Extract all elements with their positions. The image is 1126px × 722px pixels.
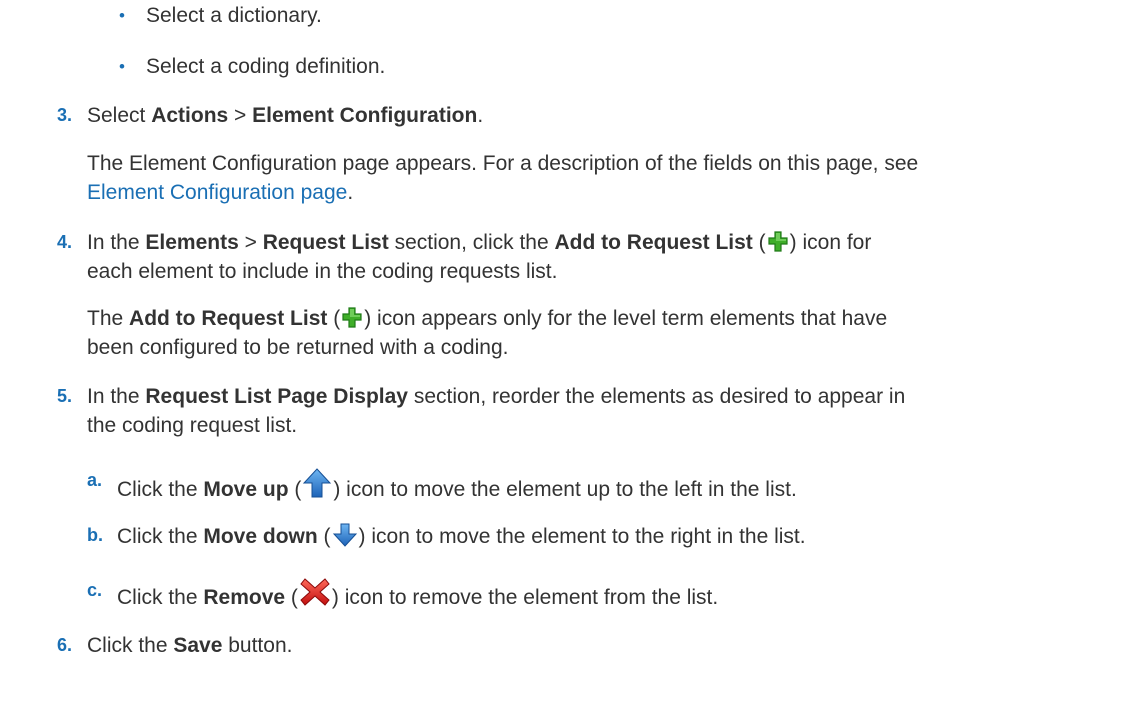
plus-icon [767, 230, 789, 261]
bullet-item-dictionary: Select a dictionary. [146, 4, 322, 27]
step-4-note-line2: been configured to be returned with a co… [87, 336, 509, 359]
step-5-text: In the Request List Page Display section… [87, 385, 906, 408]
step-number-3: 3. [57, 105, 73, 125]
step-4-text: In the Elements > Request List section, … [87, 229, 871, 261]
step-number-6: 6. [57, 635, 73, 655]
arrow-up-icon [302, 467, 332, 506]
step-6-text: Click the Save button. [87, 634, 293, 657]
substep-b-text: Click the Move down () icon to move the … [117, 522, 806, 555]
red-x-icon [299, 577, 331, 614]
bullet-marker: • [119, 6, 125, 25]
substep-letter-b: b. [87, 525, 103, 545]
substep-letter-c: c. [87, 580, 103, 600]
step-3-description: The Element Configuration page appears. … [87, 152, 919, 175]
step-4-note: The Add to Request List () icon appears … [87, 305, 887, 337]
bullet-marker: • [119, 57, 125, 76]
step-4-text-line2: each element to include in the coding re… [87, 260, 558, 283]
step-3-text: Select Actions > Element Configuration. [87, 104, 484, 127]
plus-icon [341, 306, 363, 337]
step-5-text-line2: the coding request list. [87, 414, 298, 437]
step-number-4: 4. [57, 232, 73, 252]
arrow-down-icon [332, 522, 358, 555]
bullet-item-coding-definition: Select a coding definition. [146, 55, 386, 78]
substep-letter-a: a. [87, 470, 103, 490]
element-configuration-page-link[interactable]: Element Configuration page [87, 181, 347, 204]
substep-a-text: Click the Move up () icon to move the el… [117, 467, 797, 506]
step-3-link-line: Element Configuration page. [87, 181, 354, 204]
step-number-5: 5. [57, 386, 73, 406]
substep-c-text: Click the Remove () icon to remove the e… [117, 577, 718, 614]
